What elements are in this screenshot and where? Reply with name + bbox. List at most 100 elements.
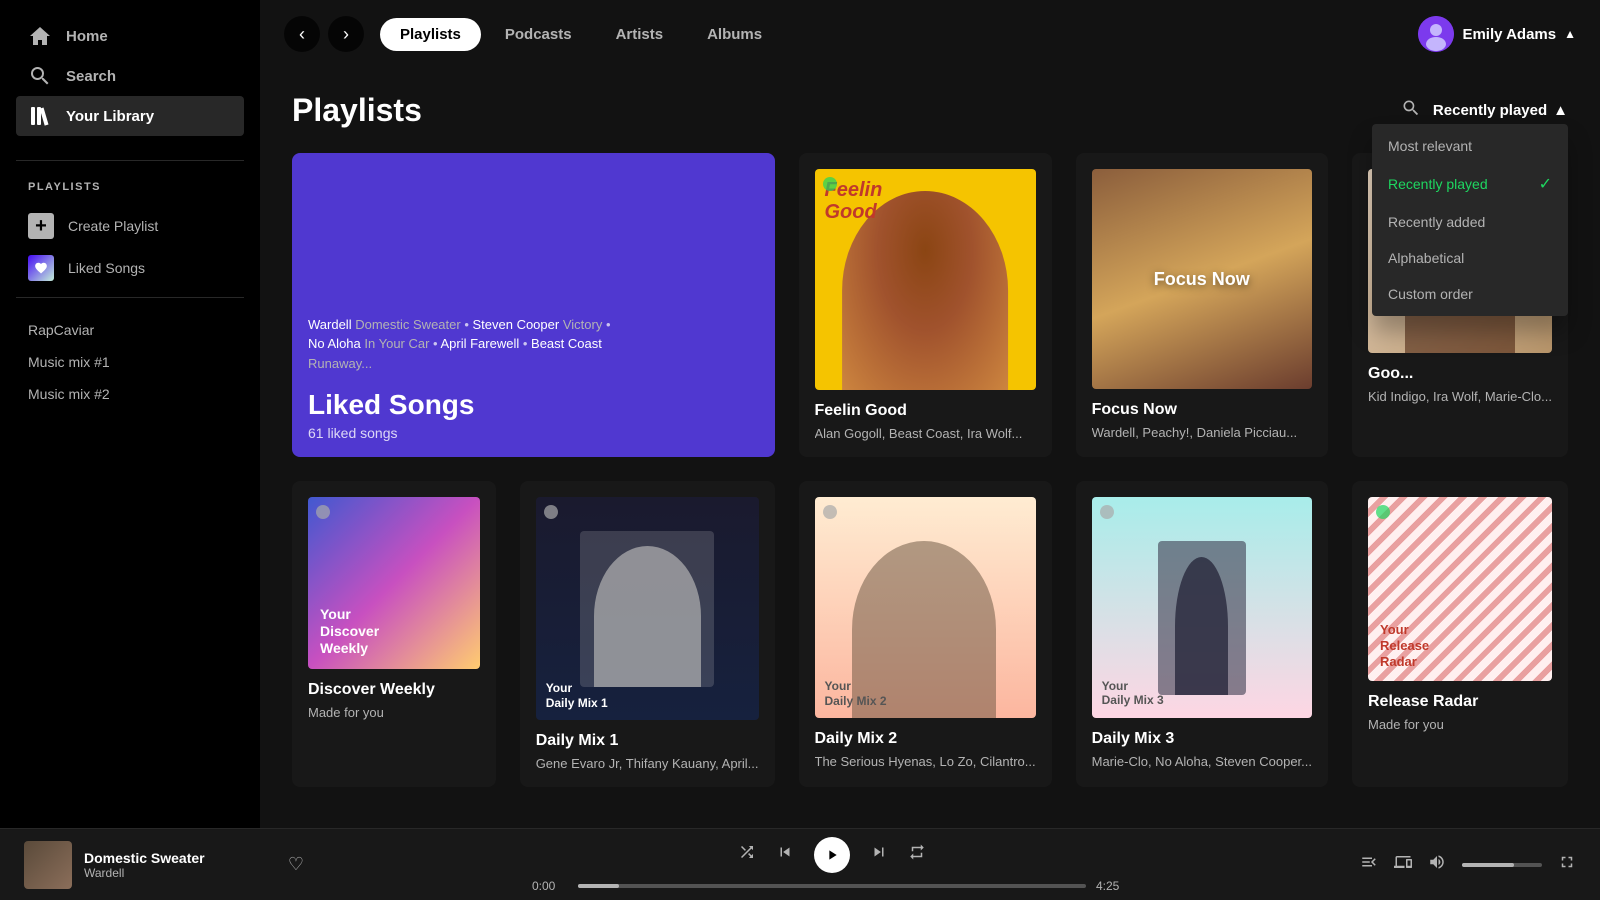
topbar-tabs: Playlists Podcasts Artists Albums: [380, 18, 1402, 51]
create-playlist-icon: +: [28, 213, 54, 239]
player-track-thumb: [24, 841, 72, 889]
player-progress: 0:00 4:25: [532, 879, 1132, 893]
volume-button[interactable]: [1428, 853, 1446, 876]
playlist-desc-discover-weekly: Made for you: [308, 705, 480, 720]
topbar: ‹ › Playlists Podcasts Artists Albums Em…: [260, 0, 1600, 68]
playlist-desc-release-radar: Made for you: [1368, 717, 1552, 732]
tab-podcasts[interactable]: Podcasts: [485, 18, 592, 51]
playlist-thumb-feelin-good: FeelinGood: [815, 169, 1036, 390]
content-area: Playlists Recently played ▲ Most: [260, 68, 1600, 828]
sidebar-playlist-list: RapCaviar Music mix #1 Music mix #2: [0, 306, 260, 812]
sort-option-most-relevant[interactable]: Most relevant: [1372, 128, 1568, 164]
sort-option-custom-order-label: Custom order: [1388, 286, 1473, 302]
playlist-card-liked-songs[interactable]: Wardell Domestic Sweater • Steven Cooper…: [292, 153, 775, 457]
shuffle-button[interactable]: [738, 843, 756, 866]
playlists-section-header: PLAYLISTS: [0, 169, 260, 205]
library-icon: [28, 104, 52, 128]
user-dropdown-arrow[interactable]: ▲: [1564, 27, 1576, 41]
featured-playlist-name: Liked Songs: [308, 389, 759, 421]
sidebar-item-library[interactable]: Your Library: [16, 96, 244, 136]
playlist-card-discover-weekly[interactable]: YourDiscoverWeekly Discover Weekly Made …: [292, 481, 496, 787]
sidebar-divider-2: [16, 297, 244, 298]
playlist-desc-daily-mix-1: Gene Evaro Jr, Thifany Kauany, April...: [536, 756, 759, 771]
create-playlist-label: Create Playlist: [68, 218, 158, 234]
playlist-name-release-radar: Release Radar: [1368, 693, 1552, 711]
sidebar-item-musicmix1[interactable]: Music mix #1: [0, 346, 260, 378]
sort-option-recently-added[interactable]: Recently added: [1372, 204, 1568, 240]
sort-option-recently-played-label: Recently played: [1388, 176, 1488, 192]
tab-albums[interactable]: Albums: [687, 18, 782, 51]
playlist-thumb-daily-mix-1: YourDaily Mix 1: [536, 497, 759, 720]
playlist-desc-good: Kid Indigo, Ira Wolf, Marie-Clo...: [1368, 389, 1552, 404]
sidebar-item-library-label: Your Library: [66, 108, 154, 125]
featured-playlist-subtitle: 61 liked songs: [308, 425, 759, 441]
sidebar-divider-1: [16, 160, 244, 161]
sidebar-item-search-label: Search: [66, 68, 116, 85]
sort-option-recently-played[interactable]: Recently played ✓: [1372, 164, 1568, 204]
topbar-right: Emily Adams ▲: [1418, 16, 1576, 52]
content-search-button[interactable]: [1401, 98, 1421, 124]
sidebar-item-search[interactable]: Search: [16, 56, 244, 96]
playlist-name-daily-mix-3: Daily Mix 3: [1092, 730, 1312, 748]
playlist-card-feelin-good[interactable]: FeelinGood Feelin Good Alan Gogoll, Beas…: [799, 153, 1052, 457]
playlist-thumb-daily-mix-3: YourDaily Mix 3: [1092, 497, 1312, 717]
tab-playlists[interactable]: Playlists: [380, 18, 481, 51]
volume-bar[interactable]: [1462, 863, 1542, 867]
create-playlist-button[interactable]: + Create Playlist: [0, 205, 260, 247]
playlist-card-daily-mix-1[interactable]: YourDaily Mix 1 Daily Mix 1 Gene Evaro J…: [520, 481, 775, 787]
volume-fill: [1462, 863, 1514, 867]
sort-option-recently-added-label: Recently added: [1388, 214, 1485, 230]
queue-button[interactable]: [1360, 853, 1378, 876]
player-heart-button[interactable]: ♡: [288, 854, 304, 875]
playlist-name-focus-now: Focus Now: [1092, 401, 1312, 419]
playlist-name-feelin-good: Feelin Good: [815, 402, 1036, 420]
sort-label: Recently played: [1433, 102, 1547, 119]
player-bar: Domestic Sweater Wardell ♡ 0:00: [0, 828, 1600, 900]
liked-songs-icon: [28, 255, 54, 281]
page-title: Playlists: [292, 92, 422, 129]
liked-songs-button[interactable]: Liked Songs: [0, 247, 260, 289]
playlist-name-daily-mix-1: Daily Mix 1: [536, 732, 759, 750]
sidebar-item-rapcaviar[interactable]: RapCaviar: [0, 314, 260, 346]
previous-button[interactable]: [776, 843, 794, 866]
tab-artists[interactable]: Artists: [596, 18, 684, 51]
playlist-dot-feelin-good: [823, 177, 837, 191]
sort-checkmark-icon: ✓: [1539, 174, 1552, 194]
player-buttons: [738, 837, 926, 873]
sort-dropdown-button[interactable]: Recently played ▲: [1433, 102, 1568, 119]
sidebar-nav: Home Search Your Library: [0, 16, 260, 136]
forward-button[interactable]: ›: [328, 16, 364, 52]
play-pause-button[interactable]: [814, 837, 850, 873]
playlist-thumb-focus-now: Focus Now: [1092, 169, 1312, 389]
fullscreen-button[interactable]: [1558, 853, 1576, 876]
playlist-desc-feelin-good: Alan Gogoll, Beast Coast, Ira Wolf...: [815, 426, 1036, 441]
playlist-card-focus-now[interactable]: Focus Now Focus Now Wardell, Peachy!, Da…: [1076, 153, 1328, 457]
header-controls: Recently played ▲: [1401, 98, 1568, 124]
repeat-button[interactable]: [908, 843, 926, 866]
playlist-name-good: Goo...: [1368, 365, 1552, 383]
playlist-dot-daily1: [544, 505, 558, 519]
sidebar-item-home[interactable]: Home: [16, 16, 244, 56]
devices-button[interactable]: [1394, 853, 1412, 876]
sidebar-item-musicmix2[interactable]: Music mix #2: [0, 378, 260, 410]
playlist-card-release-radar[interactable]: YourReleaseRadar Release Radar Made for …: [1352, 481, 1568, 787]
sort-option-custom-order[interactable]: Custom order: [1372, 276, 1568, 312]
progress-bar[interactable]: [578, 884, 1086, 888]
sort-option-alphabetical-label: Alphabetical: [1388, 250, 1464, 266]
playlist-card-daily-mix-2[interactable]: YourDaily Mix 2 Daily Mix 2 The Serious …: [799, 481, 1052, 787]
featured-songs-text: Wardell Domestic Sweater • Steven Cooper…: [308, 315, 759, 374]
player-controls: 0:00 4:25: [320, 837, 1344, 893]
sort-option-alphabetical[interactable]: Alphabetical: [1372, 240, 1568, 276]
playlist-thumb-discover-weekly: YourDiscoverWeekly: [308, 497, 480, 669]
playlist-desc-focus-now: Wardell, Peachy!, Daniela Picciau...: [1092, 425, 1312, 440]
player-track-artist: Wardell: [84, 866, 276, 880]
playlist-name-discover-weekly: Discover Weekly: [308, 681, 480, 699]
playlist-dot-release: [1376, 505, 1390, 519]
next-button[interactable]: [870, 843, 888, 866]
progress-fill: [578, 884, 619, 888]
nav-buttons: ‹ ›: [284, 16, 364, 52]
back-button[interactable]: ‹: [284, 16, 320, 52]
playlist-card-daily-mix-3[interactable]: YourDaily Mix 3 Daily Mix 3 Marie-Clo, N…: [1076, 481, 1328, 787]
playlist-name-daily-mix-2: Daily Mix 2: [815, 730, 1036, 748]
home-icon: [28, 24, 52, 48]
